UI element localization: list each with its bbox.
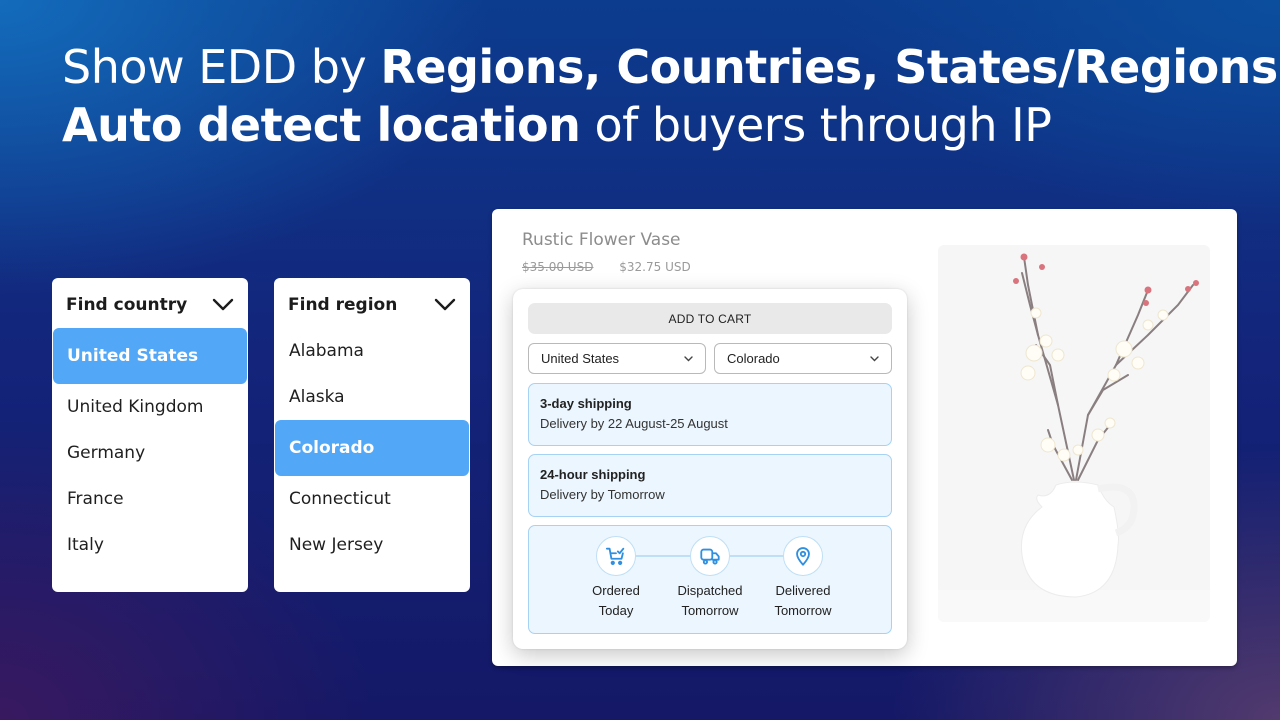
shipping-option-delivery: Delivery by Tomorrow [540, 487, 665, 502]
vase-illustration [938, 253, 1210, 622]
delivery-timeline: Ordered Today Dispatched Tomorrow Delive… [528, 525, 892, 634]
country-list: United States United Kingdom Germany Fra… [52, 328, 248, 568]
country-option[interactable]: United Kingdom [53, 384, 247, 430]
region-dropdown-title: Find region [288, 295, 398, 315]
shipping-option-name: 3-day shipping [540, 396, 632, 411]
country-dropdown-header[interactable]: Find country [52, 278, 248, 328]
country-option[interactable]: Italy [53, 522, 247, 568]
shipping-option[interactable]: 24-hour shipping Delivery by Tomorrow [528, 454, 892, 517]
region-dropdown-header[interactable]: Find region [274, 278, 470, 328]
country-option[interactable]: France [53, 476, 247, 522]
region-dropdown[interactable]: Find region Alabama Alaska Colorado Conn… [274, 278, 470, 592]
sale-price: $32.75 USD [619, 260, 691, 274]
country-select-value: United States [541, 351, 620, 366]
region-option[interactable]: Alaska [275, 374, 469, 420]
headline: Show EDD by Regions, Countries, States/R… [62, 38, 1278, 154]
country-select[interactable]: United States [528, 343, 706, 374]
headline-line-2: Auto detect location of buyers through I… [62, 98, 1052, 152]
timeline-step-delivered: Delivered Tomorrow [748, 536, 858, 621]
location-pin-icon [796, 547, 810, 566]
cart-check-icon [605, 547, 625, 565]
product-image [938, 245, 1210, 622]
chevron-down-icon [870, 355, 879, 361]
shipping-option[interactable]: 3-day shipping Delivery by 22 August-25 … [528, 383, 892, 446]
region-select[interactable]: Colorado [714, 343, 892, 374]
country-dropdown[interactable]: Find country United States United Kingdo… [52, 278, 248, 592]
truck-icon [700, 548, 720, 565]
add-to-cart-button[interactable]: ADD TO CART [528, 303, 892, 334]
region-list: Alabama Alaska Colorado Connecticut New … [274, 328, 470, 568]
timeline-step-when: Tomorrow [774, 603, 832, 618]
region-option[interactable]: Connecticut [275, 476, 469, 522]
region-select-value: Colorado [727, 351, 780, 366]
chevron-down-icon[interactable] [434, 298, 456, 312]
original-price: $35.00 USD [522, 260, 594, 274]
country-dropdown-title: Find country [66, 295, 188, 315]
country-option[interactable]: Germany [53, 430, 247, 476]
shipping-option-name: 24-hour shipping [540, 467, 646, 482]
region-option[interactable]: Alabama [275, 328, 469, 374]
timeline-step-label: Delivered [775, 583, 831, 598]
region-option[interactable]: New Jersey [275, 522, 469, 568]
chevron-down-icon[interactable] [212, 298, 234, 312]
country-option-selected[interactable]: United States [53, 328, 247, 384]
headline-line-1: Show EDD by Regions, Countries, States/R… [62, 40, 1278, 94]
edd-widget: ADD TO CART United States Colorado 3-day… [513, 289, 907, 649]
region-option-selected[interactable]: Colorado [275, 420, 469, 476]
chevron-down-icon [684, 355, 693, 361]
product-title: Rustic Flower Vase [522, 230, 681, 250]
shipping-option-delivery: Delivery by 22 August-25 August [540, 416, 728, 431]
product-prices: $35.00 USD $32.75 USD [522, 260, 691, 274]
